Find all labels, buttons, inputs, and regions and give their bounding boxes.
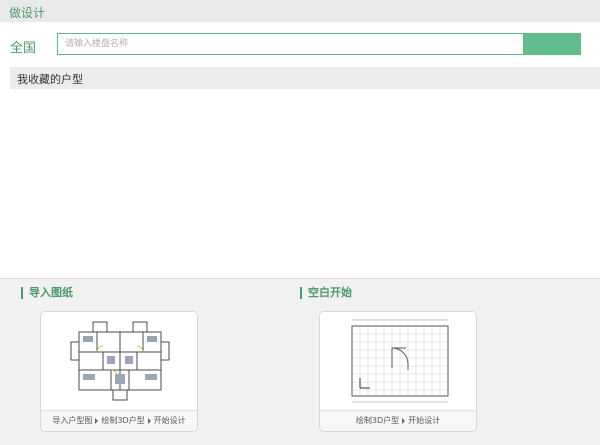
step-import-floorplan: 导入户型图 — [52, 416, 93, 425]
section-divider — [0, 278, 600, 279]
step-start-design: 开始设计 — [153, 416, 186, 425]
caption-arrow-icon — [402, 417, 406, 424]
import-section-title: 导入图纸 — [21, 287, 73, 299]
import-drawing-card[interactable]: 导入户型图 绘制3D户型 开始设计 — [40, 311, 198, 432]
search-box — [57, 33, 581, 55]
header-bar: 做设计 — [0, 0, 600, 22]
main-panel: 全国 我收藏的户型 — [0, 22, 600, 278]
search-input[interactable] — [58, 34, 524, 54]
step-draw-3d: 绘制3D户型 — [101, 416, 145, 425]
region-selector[interactable]: 全国 — [10, 37, 36, 56]
blank-section-title: 空白开始 — [300, 287, 352, 299]
blank-grid-thumbnail-icon — [320, 312, 476, 410]
blank-steps: 绘制3D户型 开始设计 — [320, 410, 476, 431]
favorites-title: 我收藏的户型 — [17, 73, 83, 86]
favorites-header: 我收藏的户型 — [10, 67, 600, 89]
blank-start-card[interactable]: 绘制3D户型 开始设计 — [319, 311, 477, 432]
floorplan-thumbnail-icon — [41, 312, 197, 410]
caption-arrow-icon — [95, 417, 99, 424]
page-title: 做设计 — [9, 6, 46, 20]
search-button[interactable] — [523, 33, 581, 55]
step-start-design: 开始设计 — [408, 416, 441, 425]
caption-arrow-icon — [147, 417, 151, 424]
step-draw-3d: 绘制3D户型 — [355, 416, 400, 425]
import-steps: 导入户型图 绘制3D户型 开始设计 — [41, 410, 197, 431]
